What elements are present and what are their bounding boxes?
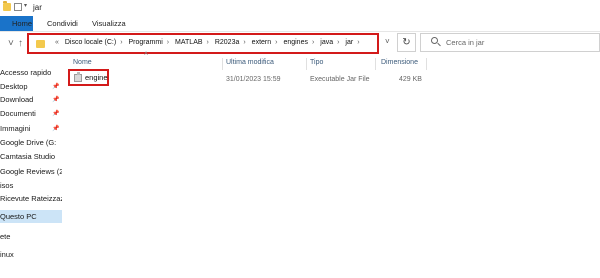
- search-box[interactable]: Cerca in jar: [420, 33, 600, 52]
- breadcrumb-item[interactable]: engines: [283, 39, 308, 46]
- jar-file-icon: [74, 72, 82, 82]
- breadcrumb-item[interactable]: java: [320, 39, 333, 46]
- column-divider[interactable]: [222, 58, 223, 70]
- sidebar-item-documents[interactable]: Documenti 📌: [0, 108, 62, 120]
- file-size: 429 KB: [399, 76, 422, 83]
- address-bar[interactable]: « Disco locale (C:) › Programmi › MATLAB › …: [27, 33, 379, 54]
- column-header-size[interactable]: Dimensione: [381, 59, 418, 66]
- refresh-button[interactable]: ↻: [397, 33, 416, 52]
- breadcrumb-item[interactable]: Programmi: [129, 39, 163, 46]
- search-placeholder: Cerca in jar: [446, 38, 485, 47]
- sidebar-item-this-pc[interactable]: Questo PC: [0, 210, 62, 223]
- folder-icon: [36, 40, 45, 48]
- address-history-dropdown-icon[interactable]: ˅: [385, 37, 390, 46]
- column-divider[interactable]: [306, 58, 307, 70]
- sidebar-item-desktop[interactable]: Desktop 📌: [0, 81, 62, 93]
- breadcrumb-item[interactable]: MATLAB: [175, 39, 203, 46]
- sidebar-item-download[interactable]: Download 📌: [0, 94, 62, 106]
- save-icon[interactable]: [14, 3, 22, 11]
- file-name: engine: [85, 73, 108, 82]
- pin-icon: 📌: [52, 111, 60, 117]
- navigation-pane: Accesso rapido Desktop 📌 Download 📌 Docume…: [0, 60, 62, 278]
- sidebar-item-quick-access[interactable]: Accesso rapido: [0, 67, 62, 79]
- pin-icon: 📌: [52, 84, 60, 90]
- sidebar-item-network[interactable]: ete: [0, 231, 62, 243]
- tab-home[interactable]: Home: [12, 19, 32, 28]
- breadcrumb-item[interactable]: extern: [252, 39, 271, 46]
- sidebar-item-google-reviews[interactable]: Google Reviews (2): [0, 166, 62, 178]
- pin-icon: 📌: [52, 126, 60, 132]
- file-type: Executable Jar File: [310, 76, 370, 83]
- chevron-up-icon[interactable]: ˄: [144, 51, 148, 58]
- search-icon: [431, 37, 438, 44]
- quick-access-dropdown-icon[interactable]: ▾: [24, 2, 32, 10]
- breadcrumb-item[interactable]: Disco locale (C:): [65, 39, 116, 46]
- sidebar-item-images[interactable]: Immagini 📌: [0, 123, 62, 135]
- tab-share[interactable]: Condividi: [47, 19, 78, 28]
- file-modified: 31/01/2023 15:59: [226, 76, 281, 83]
- column-divider[interactable]: [426, 58, 427, 70]
- column-header-type[interactable]: Tipo: [310, 59, 323, 66]
- chevron-down-icon[interactable]: ˅: [8, 38, 14, 49]
- tab-view[interactable]: Visualizza: [92, 19, 126, 28]
- title-bar: ▾ jar: [0, 0, 600, 16]
- sidebar-item-ricevute[interactable]: Ricevute Rateizzazio: [0, 193, 62, 205]
- pin-icon: 📌: [52, 97, 60, 103]
- breadcrumb-item[interactable]: R2023a: [215, 39, 240, 46]
- sidebar-item-camtasia[interactable]: Camtasia Studio: [0, 151, 62, 163]
- ribbon: Home Condividi Visualizza: [0, 16, 600, 32]
- breadcrumb: « Disco locale (C:) › Programmi › MATLAB › …: [55, 39, 360, 46]
- file-name-cell[interactable]: engine: [68, 69, 109, 86]
- column-header-name[interactable]: Nome: [73, 59, 92, 66]
- sidebar-item-isos[interactable]: isos: [0, 180, 62, 192]
- column-divider[interactable]: [375, 58, 376, 70]
- breadcrumb-overflow[interactable]: «: [55, 39, 59, 46]
- folder-icon: [3, 1, 11, 11]
- sidebar-item-google-drive[interactable]: Google Drive (G:: [0, 137, 62, 149]
- breadcrumb-item[interactable]: jar: [345, 39, 353, 46]
- sidebar-item-linux[interactable]: inux: [0, 249, 62, 261]
- window-title: jar: [33, 3, 42, 12]
- table-row[interactable]: engine 31/01/2023 15:59 Executable Jar F…: [62, 69, 600, 86]
- column-header-modified[interactable]: Ultima modifica: [226, 59, 274, 66]
- column-headers: Nome Ultima modifica Tipo Dimensione: [62, 58, 600, 71]
- up-arrow-icon[interactable]: ↑: [18, 38, 23, 49]
